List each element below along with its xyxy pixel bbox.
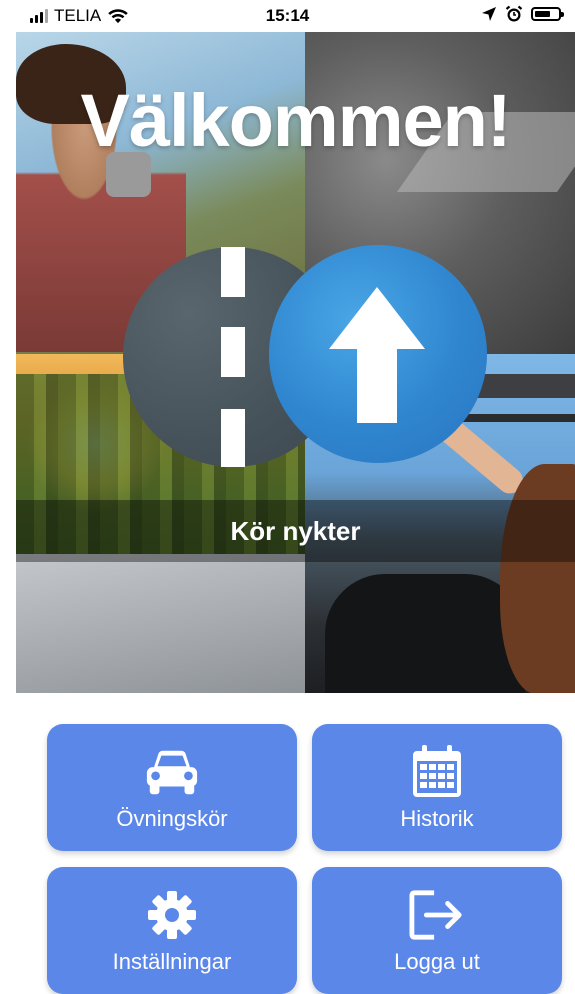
settings-label: Inställningar [112, 948, 232, 974]
status-bar: TELIA 15:14 [0, 0, 575, 32]
arrow-up-icon [329, 287, 425, 423]
practice-drive-label: Övningskör [116, 805, 228, 831]
history-label: Historik [400, 805, 474, 831]
calendar-icon [409, 744, 465, 800]
tagline: Kör nykter [230, 516, 361, 546]
welcome-title: Välkommen! [80, 79, 511, 162]
practice-drive-button[interactable]: Övningskör [47, 724, 297, 851]
car-icon [144, 744, 200, 800]
history-button[interactable]: Historik [312, 724, 562, 851]
battery-icon [531, 7, 564, 21]
alarm-icon [505, 5, 523, 22]
location-icon [482, 7, 496, 21]
settings-button[interactable]: Inställningar [47, 867, 297, 994]
status-right [481, 5, 564, 23]
up-arrow-logo-icon [269, 245, 487, 463]
hero-banner: Välkommen! Kör nykter [16, 32, 575, 693]
gear-icon [144, 887, 200, 943]
logout-icon [409, 887, 465, 943]
logout-label: Logga ut [394, 948, 480, 974]
logout-button[interactable]: Logga ut [312, 867, 562, 994]
